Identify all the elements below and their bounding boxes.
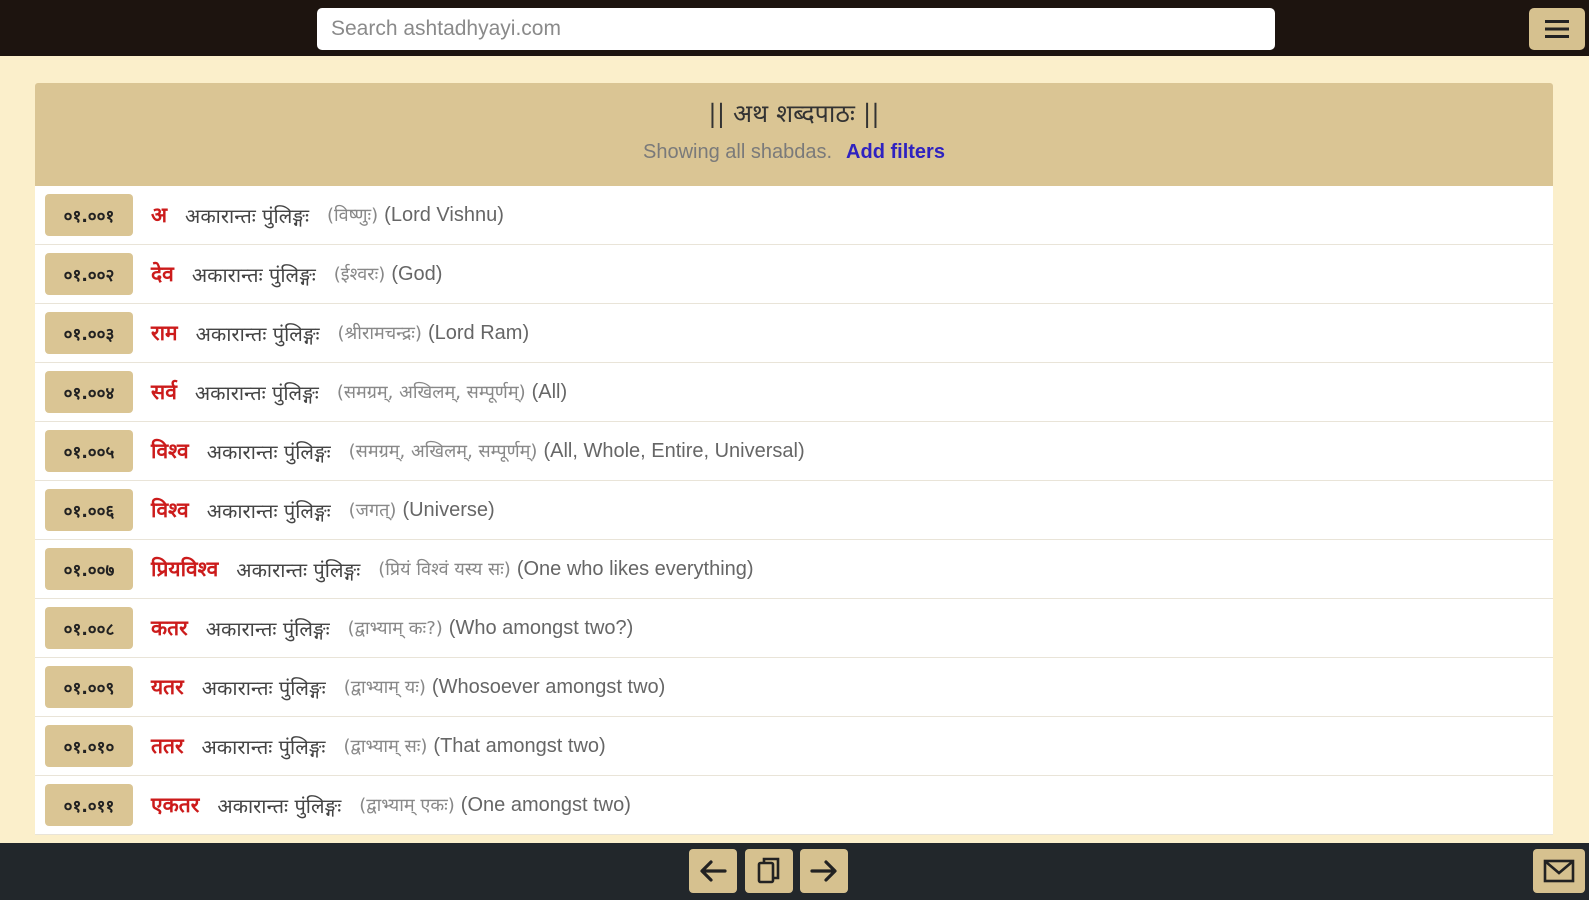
mail-icon xyxy=(1543,859,1575,883)
english-meaning: (That amongst two) xyxy=(433,734,606,757)
shabda-row[interactable]: ०१.०११ एकतर अकारान्तः पुंलिङ्गः (द्वाभ्याम्… xyxy=(35,776,1553,835)
sanskrit-gloss: (समग्रम्, अखिलम्, सम्पूर्णम्) xyxy=(336,382,526,403)
hamburger-menu-icon xyxy=(1545,20,1569,38)
english-meaning: (Whosoever amongst two) xyxy=(431,675,666,698)
copy-icon xyxy=(757,857,780,884)
shabda-id-badge[interactable]: ०१.००४ xyxy=(45,371,133,413)
grammar-label: अकारान्तः पुंलिङ्गः xyxy=(206,439,331,464)
sanskrit-gloss: (द्वाभ्याम् यः) xyxy=(343,677,426,698)
arrow-right-icon xyxy=(810,860,837,882)
english-meaning: (One who likes everything) xyxy=(516,557,754,580)
shabda-word[interactable]: यतर xyxy=(151,673,184,701)
grammar-label: अकारान्तः पुंलिङ्गः xyxy=(236,557,361,582)
shabda-id-badge[interactable]: ०१.००२ xyxy=(45,253,133,295)
add-filters-link[interactable]: Add filters xyxy=(846,141,945,163)
bottom-bar xyxy=(0,843,1589,900)
shabda-word[interactable]: एकतर xyxy=(151,791,199,819)
grammar-label: अकारान्तः पुंलिङ्गः xyxy=(195,321,320,346)
shabda-row[interactable]: ०१.००३ राम अकारान्तः पुंलिङ्गः (श्रीरामचन्द… xyxy=(35,304,1553,363)
english-meaning: (Lord Vishnu) xyxy=(384,203,504,226)
sanskrit-gloss: (प्रियं विश्वं यस्य सः) xyxy=(378,559,511,580)
shabda-row[interactable]: ०१.००१ अ अकारान्तः पुंलिङ्गः (विष्णुः) (Lord… xyxy=(35,186,1553,245)
english-meaning: (Who amongst two?) xyxy=(448,616,634,639)
shabda-word[interactable]: अ xyxy=(151,201,167,229)
shabda-list: ०१.००१ अ अकारान्तः पुंलिङ्गः (विष्णुः) (Lord… xyxy=(35,186,1553,835)
english-meaning: (Lord Ram) xyxy=(427,321,530,344)
shabda-id-badge[interactable]: ०१.०११ xyxy=(45,784,133,826)
sanskrit-gloss: (ईश्वरः) xyxy=(333,264,386,285)
contact-button[interactable] xyxy=(1533,849,1585,893)
english-meaning: (All) xyxy=(531,380,568,403)
grammar-label: अकारान्तः पुंलिङ्गः xyxy=(201,734,326,759)
sanskrit-gloss: (जगत्) xyxy=(348,500,397,521)
shabda-id-badge[interactable]: ०१.००३ xyxy=(45,312,133,354)
search-input[interactable] xyxy=(317,8,1275,50)
grammar-label: अकारान्तः पुंलिङ्गः xyxy=(185,203,309,228)
english-meaning: (Universe) xyxy=(402,498,495,521)
list-header: || अथ शब्दपाठः || Showing all shabdas. Ad… xyxy=(35,83,1553,186)
shabda-word[interactable]: कतर xyxy=(151,614,188,642)
shabda-row[interactable]: ०१.००६ विश्व अकारान्तः पुंलिङ्गः (जगत्) (Uni… xyxy=(35,481,1553,540)
shabda-id-badge[interactable]: ०१.०१० xyxy=(45,725,133,767)
grammar-label: अकारान्तः पुंलिङ्गः xyxy=(191,262,316,287)
grammar-label: अकारान्तः पुंलिङ्गः xyxy=(201,675,326,700)
sanskrit-gloss: (समग्रम्, अखिलम्, सम्पूर्णम्) xyxy=(348,441,538,462)
shabda-id-badge[interactable]: ०१.००१ xyxy=(45,194,133,236)
shabda-id-badge[interactable]: ०१.००६ xyxy=(45,489,133,531)
copy-button[interactable] xyxy=(745,849,793,893)
shabda-row[interactable]: ०१.००९ यतर अकारान्तः पुंलिङ्गः (द्वाभ्याम् … xyxy=(35,658,1553,717)
shabda-word[interactable]: सर्व xyxy=(151,378,177,406)
shabda-word[interactable]: देव xyxy=(151,260,174,288)
english-meaning: (One amongst two) xyxy=(460,793,631,816)
english-meaning: (All, Whole, Entire, Universal) xyxy=(543,439,805,462)
grammar-label: अकारान्तः पुंलिङ्गः xyxy=(194,380,319,405)
sanskrit-gloss: (विष्णुः) xyxy=(326,205,379,226)
shabda-row[interactable]: ०१.००२ देव अकारान्तः पुंलिङ्गः (ईश्वरः) (God… xyxy=(35,245,1553,304)
next-button[interactable] xyxy=(800,849,848,893)
showing-text: Showing all shabdas. xyxy=(643,141,833,163)
grammar-label: अकारान्तः पुंलिङ्गः xyxy=(217,793,342,818)
arrow-left-icon xyxy=(700,860,727,882)
shabda-row[interactable]: ०१.००५ विश्व अकारान्तः पुंलिङ्गः (समग्रम्, … xyxy=(35,422,1553,481)
shabda-id-badge[interactable]: ०१.००९ xyxy=(45,666,133,708)
shabda-word[interactable]: राम xyxy=(151,319,178,347)
shabda-word[interactable]: विश्व xyxy=(151,496,189,524)
shabda-id-badge[interactable]: ०१.००५ xyxy=(45,430,133,472)
grammar-label: अकारान्तः पुंलिङ्गः xyxy=(205,616,330,641)
shabda-id-badge[interactable]: ०१.००८ xyxy=(45,607,133,649)
shabda-row[interactable]: ०१.०१० ततर अकारान्तः पुंलिङ्गः (द्वाभ्याम् … xyxy=(35,717,1553,776)
filter-status: Showing all shabdas. Add filters xyxy=(35,141,1553,164)
previous-button[interactable] xyxy=(689,849,737,893)
shabda-row[interactable]: ०१.००७ प्रियविश्व अकारान्तः पुंलिङ्गः (प्रि… xyxy=(35,540,1553,599)
sanskrit-gloss: (द्वाभ्याम् कः?) xyxy=(347,618,443,639)
page-title: || अथ शब्दपाठः || xyxy=(708,99,880,128)
menu-button[interactable] xyxy=(1529,8,1585,50)
shabda-word[interactable]: ततर xyxy=(151,732,184,760)
grammar-label: अकारान्तः पुंलिङ्गः xyxy=(206,498,331,523)
shabda-row[interactable]: ०१.००४ सर्व अकारान्तः पुंलिङ्गः (समग्रम्, अ… xyxy=(35,363,1553,422)
sanskrit-gloss: (द्वाभ्याम् एकः) xyxy=(359,795,455,816)
shabda-word[interactable]: विश्व xyxy=(151,437,189,465)
shabda-id-badge[interactable]: ०१.००७ xyxy=(45,548,133,590)
sanskrit-gloss: (श्रीरामचन्द्रः) xyxy=(337,323,422,344)
english-meaning: (God) xyxy=(391,262,443,285)
sanskrit-gloss: (द्वाभ्याम् सः) xyxy=(343,736,428,757)
shabda-list-panel: || अथ शब्दपाठः || Showing all shabdas. Ad… xyxy=(35,83,1553,843)
shabda-word[interactable]: प्रियविश्व xyxy=(151,555,218,583)
top-bar xyxy=(0,0,1589,56)
shabda-row[interactable]: ०१.००८ कतर अकारान्तः पुंलिङ्गः (द्वाभ्याम् … xyxy=(35,599,1553,658)
